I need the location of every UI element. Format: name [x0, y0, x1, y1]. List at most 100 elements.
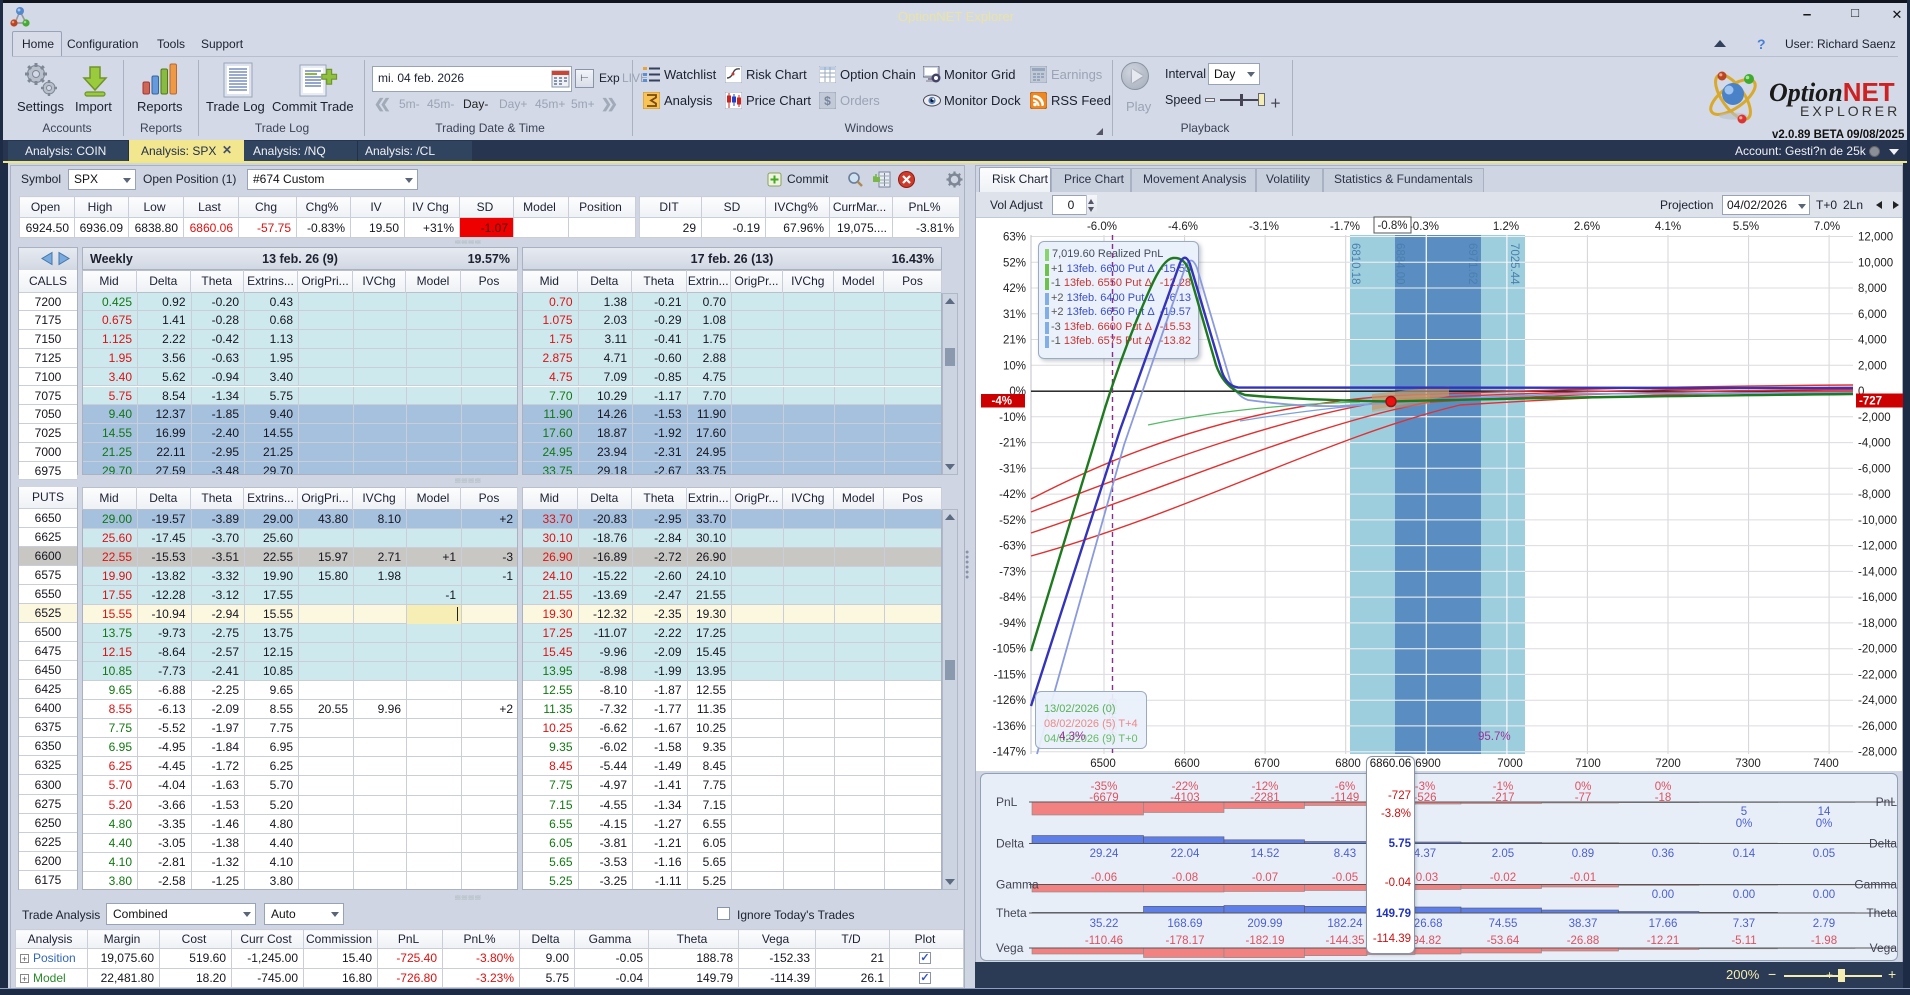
svg-text:-4%: -4% — [992, 396, 1012, 408]
svg-text:-1.98: -1.98 — [1811, 935, 1837, 947]
svg-text:-10%: -10% — [999, 412, 1026, 424]
svg-text:$: $ — [824, 94, 831, 108]
svg-text:-26,000: -26,000 — [1858, 721, 1897, 733]
svg-text:-6.0%: -6.0% — [1087, 221, 1117, 233]
svg-text:8.43: 8.43 — [1334, 848, 1356, 860]
svg-text:-2,000: -2,000 — [1858, 412, 1891, 424]
svg-text:7.37: 7.37 — [1733, 918, 1755, 930]
svg-text:-727: -727 — [1859, 396, 1882, 408]
svg-text:6600: 6600 — [1174, 758, 1200, 770]
svg-text:12,000: 12,000 — [1858, 232, 1893, 244]
svg-text:-0.02: -0.02 — [1490, 872, 1516, 884]
svg-text:7100: 7100 — [1575, 758, 1601, 770]
svg-text:-1.7%: -1.7% — [1330, 221, 1360, 233]
svg-text:Gamma: Gamma — [996, 878, 1039, 892]
svg-text:2.79: 2.79 — [1813, 918, 1835, 930]
svg-text:-3.1%: -3.1% — [1249, 221, 1279, 233]
svg-text:7400: 7400 — [1813, 758, 1839, 770]
svg-text:-182.19: -182.19 — [1245, 935, 1284, 947]
svg-text:-77: -77 — [1575, 792, 1592, 804]
svg-text:17.66: 17.66 — [1649, 918, 1678, 930]
svg-text:-217: -217 — [1491, 792, 1514, 804]
svg-text:5: 5 — [1741, 806, 1747, 818]
svg-text:-10,000: -10,000 — [1858, 515, 1897, 527]
svg-text:0.00: 0.00 — [1652, 889, 1674, 901]
svg-text:-22,000: -22,000 — [1858, 669, 1897, 681]
svg-text:168.69: 168.69 — [1167, 918, 1202, 930]
svg-text:63%: 63% — [1003, 232, 1026, 244]
svg-text:-110.46: -110.46 — [1085, 935, 1123, 947]
svg-text:21%: 21% — [1003, 335, 1026, 347]
svg-text:-136%: -136% — [993, 721, 1026, 733]
svg-text:-28,000: -28,000 — [1858, 747, 1897, 759]
svg-text:-12.21: -12.21 — [1647, 935, 1680, 947]
svg-text:10%: 10% — [1003, 360, 1026, 372]
svg-text:6800: 6800 — [1335, 758, 1361, 770]
svg-text:0.00: 0.00 — [1813, 889, 1835, 901]
svg-text:-52%: -52% — [999, 515, 1026, 527]
svg-text:-0.01: -0.01 — [1570, 872, 1596, 884]
svg-text:0.89: 0.89 — [1572, 848, 1594, 860]
svg-text:Delta: Delta — [996, 837, 1024, 851]
svg-text:-5.11: -5.11 — [1731, 935, 1756, 947]
svg-text:-0.08: -0.08 — [1172, 872, 1198, 884]
svg-text:-115%: -115% — [994, 669, 1026, 681]
svg-text:6500: 6500 — [1090, 758, 1116, 770]
svg-text:6900: 6900 — [1415, 758, 1441, 770]
svg-text:-18,000: -18,000 — [1858, 618, 1897, 630]
svg-text:0.14: 0.14 — [1733, 848, 1756, 860]
svg-text:8,000: 8,000 — [1858, 283, 1887, 295]
svg-text:-0.8%: -0.8% — [1377, 220, 1407, 232]
svg-text:Theta: Theta — [1866, 906, 1897, 920]
svg-text:7300: 7300 — [1735, 758, 1761, 770]
svg-text:-0.07: -0.07 — [1252, 872, 1278, 884]
svg-text:0.36: 0.36 — [1652, 848, 1674, 860]
svg-text:Delta: Delta — [1869, 837, 1897, 851]
svg-text:-4103: -4103 — [1170, 792, 1199, 804]
svg-text:4,000: 4,000 — [1858, 335, 1887, 347]
svg-text:2,000: 2,000 — [1858, 360, 1887, 372]
svg-text:-6679: -6679 — [1089, 792, 1118, 804]
svg-text:29.24: 29.24 — [1090, 848, 1119, 860]
svg-text:4.37: 4.37 — [1414, 848, 1436, 860]
svg-text:-24,000: -24,000 — [1858, 695, 1897, 707]
svg-text:-147%: -147% — [993, 747, 1026, 759]
svg-text:-14,000: -14,000 — [1858, 566, 1897, 578]
svg-text:7200: 7200 — [1655, 758, 1681, 770]
svg-text:-1149: -1149 — [1331, 792, 1360, 804]
svg-text:52%: 52% — [1003, 257, 1026, 269]
svg-text:-8,000: -8,000 — [1858, 489, 1891, 501]
svg-text:38.37: 38.37 — [1569, 918, 1598, 930]
svg-text:-4.6%: -4.6% — [1168, 221, 1198, 233]
svg-text:0%: 0% — [1816, 818, 1833, 830]
svg-text:-31%: -31% — [999, 463, 1026, 475]
svg-text:-16,000: -16,000 — [1858, 592, 1897, 604]
svg-text:-42%: -42% — [999, 489, 1026, 501]
svg-text:-12,000: -12,000 — [1858, 541, 1897, 553]
svg-text:-2281: -2281 — [1250, 792, 1279, 804]
svg-text:14.52: 14.52 — [1251, 848, 1280, 860]
svg-text:14: 14 — [1818, 806, 1831, 818]
svg-text:Gamma: Gamma — [1854, 878, 1897, 892]
svg-text:74.55: 74.55 — [1489, 918, 1518, 930]
svg-text:Theta: Theta — [996, 906, 1027, 920]
svg-text:PnL: PnL — [1876, 795, 1898, 809]
svg-text:-63%: -63% — [999, 541, 1026, 553]
svg-text:0%: 0% — [1736, 818, 1753, 830]
svg-text:0.05: 0.05 — [1813, 848, 1835, 860]
svg-text:-0.3%: -0.3% — [1409, 221, 1439, 233]
svg-text:-53.64: -53.64 — [1487, 935, 1520, 947]
svg-text:-0.05: -0.05 — [1332, 872, 1358, 884]
svg-text:-94%: -94% — [999, 618, 1026, 630]
svg-text:-73%: -73% — [999, 566, 1026, 578]
svg-text:-526: -526 — [1413, 792, 1436, 804]
svg-text:31%: 31% — [1003, 309, 1026, 321]
svg-text:5.5%: 5.5% — [1733, 221, 1759, 233]
svg-text:7.0%: 7.0% — [1814, 221, 1840, 233]
svg-text:Vega: Vega — [1870, 941, 1898, 955]
svg-text:209.99: 209.99 — [1247, 918, 1282, 930]
svg-text:6700: 6700 — [1254, 758, 1280, 770]
svg-text:2.05: 2.05 — [1492, 848, 1514, 860]
svg-text:-18: -18 — [1655, 792, 1672, 804]
svg-text:22.04: 22.04 — [1171, 848, 1200, 860]
